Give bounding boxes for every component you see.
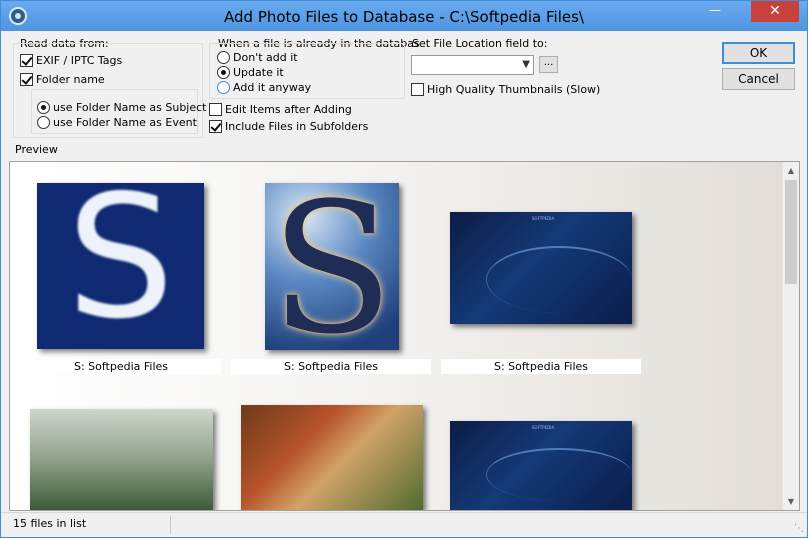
thumbnail-image[interactable]: S	[37, 183, 204, 349]
file-location-label: Set File Location field to:	[412, 37, 548, 50]
add-anyway-radio[interactable]	[217, 81, 230, 94]
thumbnail-image[interactable]	[30, 409, 213, 510]
update-radio[interactable]	[217, 66, 230, 79]
thumbnail-mini-text: SOFTPEDIA	[531, 216, 555, 221]
scrollbar-thumb[interactable]	[785, 180, 797, 284]
hq-thumbnails-label[interactable]: High Quality Thumbnails (Slow)	[427, 83, 600, 96]
title-bar[interactable]: Add Photo Files to Database - C:\Softped…	[1, 1, 807, 31]
status-bar: 15 files in list ⋱	[1, 512, 807, 537]
cancel-button[interactable]: Cancel	[722, 68, 795, 90]
resize-grip-icon[interactable]: ⋱	[794, 523, 804, 534]
close-icon: ✕	[769, 3, 781, 19]
thumbnail-image[interactable]: SOFTPEDIA	[450, 421, 632, 510]
edit-items-checkbox[interactable]	[209, 103, 222, 116]
dont-add-label[interactable]: Don't add it	[233, 51, 298, 64]
dont-add-radio[interactable]	[217, 51, 230, 64]
chevron-down-icon: ▼	[522, 59, 530, 70]
add-anyway-label[interactable]: Add it anyway	[233, 81, 311, 94]
vertical-scrollbar[interactable]: ▲ ▼	[782, 162, 799, 510]
include-subfolders-label[interactable]: Include Files in Subfolders	[225, 120, 368, 133]
thumbnail-image[interactable]: S	[265, 183, 399, 350]
ok-button[interactable]: OK	[722, 42, 795, 64]
include-subfolders-checkbox[interactable]	[209, 120, 222, 133]
thumbnail-image[interactable]	[241, 405, 423, 510]
thumbnail-swirl	[486, 447, 632, 502]
event-radio[interactable]	[37, 116, 50, 129]
thumbnail-letter: S	[270, 183, 394, 350]
minimize-icon: —	[709, 3, 721, 17]
preview-label: Preview	[15, 143, 58, 156]
exif-label[interactable]: EXIF / IPTC Tags	[36, 54, 122, 67]
hq-thumbnails-checkbox[interactable]	[411, 83, 424, 96]
minimize-button[interactable]: —	[701, 3, 729, 23]
arrow-down-icon[interactable]: ▼	[783, 493, 799, 510]
subject-option-label[interactable]: use Folder Name as Subject	[53, 101, 207, 114]
edit-items-label[interactable]: Edit Items after Adding	[225, 103, 352, 116]
file-location-dropdown[interactable]: ▼	[411, 55, 534, 75]
subject-radio[interactable]	[37, 101, 50, 114]
thumbnail-caption: S: Softpedia Files	[21, 359, 221, 374]
thumbnail-caption: S: Softpedia Files	[231, 359, 431, 374]
window-title: Add Photo Files to Database - C:\Softped…	[224, 8, 584, 26]
folder-name-label[interactable]: Folder name	[36, 73, 105, 86]
close-button[interactable]: ✕	[751, 1, 799, 22]
thumbnail-mini-text: SOFTPEDIA	[531, 425, 555, 430]
dialog-window: Add Photo Files to Database - C:\Softped…	[0, 0, 808, 538]
preview-pane[interactable]: S S: Softpedia Files S S: Softpedia File…	[9, 161, 800, 511]
thumbnail-image[interactable]: SOFTPEDIA	[450, 212, 632, 324]
folder-name-checkbox[interactable]	[20, 73, 33, 86]
thumbnail-letter: S	[66, 183, 175, 349]
arrow-up-icon[interactable]: ▲	[783, 162, 799, 179]
thumbnail-swirl	[486, 245, 632, 313]
update-label[interactable]: Update it	[233, 66, 284, 79]
file-count-status: 15 files in list	[13, 517, 87, 530]
exif-checkbox[interactable]	[20, 54, 33, 67]
browse-button[interactable]: ...	[539, 56, 558, 73]
event-option-label[interactable]: use Folder Name as Event	[53, 116, 197, 129]
status-separator	[170, 516, 171, 534]
thumbnail-caption: S: Softpedia Files	[441, 359, 641, 374]
